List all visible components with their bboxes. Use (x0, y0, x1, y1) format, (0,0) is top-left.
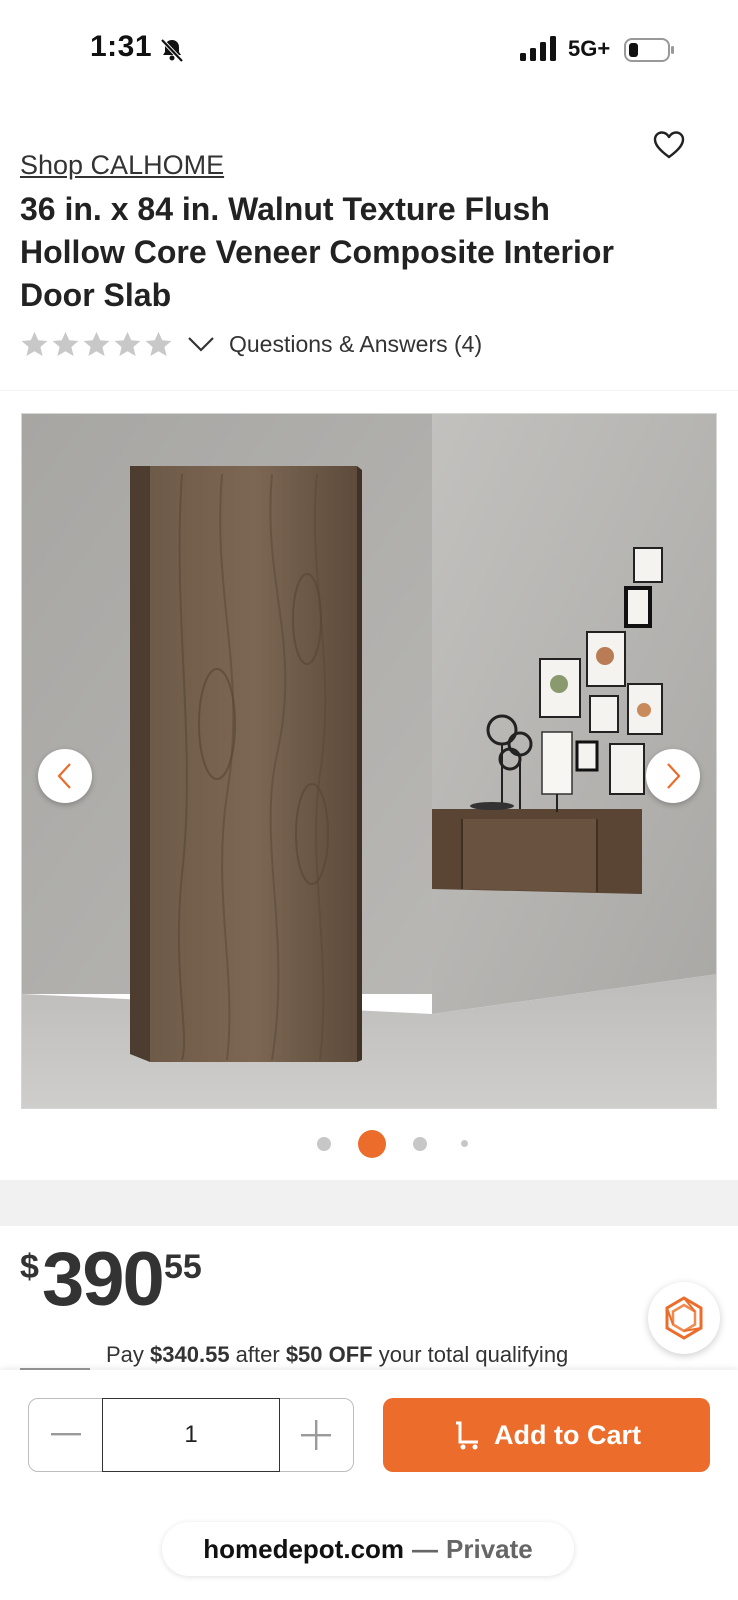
browsing-mode-label: Private (446, 1533, 533, 1564)
bell-off-icon (160, 38, 184, 63)
add-to-cart-button[interactable]: Add to Cart (383, 1398, 710, 1472)
status-time: 1:31 (90, 30, 153, 63)
favorite-heart-icon[interactable] (652, 128, 686, 162)
price-currency: $ (20, 1248, 39, 1286)
status-bar: 1:31 5G+ (0, 0, 738, 100)
url-domain: homedepot.com (203, 1533, 405, 1564)
decrease-quantity-button[interactable] (29, 1399, 103, 1471)
gallery-pagination (0, 1129, 738, 1159)
url-separator: — (412, 1533, 439, 1564)
chevron-right-icon (667, 763, 681, 789)
promo-suffix: your total qualifying (372, 1342, 569, 1367)
product-image[interactable] (21, 413, 717, 1109)
image-gallery (0, 390, 738, 1180)
promo-offer-text: Pay $340.55 after $50 OFF your total qua… (106, 1342, 568, 1368)
questions-answers-link[interactable]: Questions & Answers (4) (229, 331, 482, 358)
pagination-dot[interactable] (413, 1137, 427, 1151)
add-to-cart-bar: 1 Add to Cart homedepot.com — Private (0, 1370, 738, 1600)
promo-pay-amount: $340.55 (150, 1342, 230, 1367)
star-rating[interactable] (20, 330, 173, 359)
next-image-button[interactable] (646, 749, 700, 803)
pagination-dot[interactable] (317, 1137, 331, 1151)
quantity-stepper: 1 (28, 1398, 354, 1472)
browser-address-bar[interactable]: homedepot.com — Private (162, 1522, 574, 1576)
battery-icon (624, 38, 674, 62)
rating-row: Questions & Answers (4) (20, 326, 482, 362)
pagination-dot[interactable] (461, 1140, 468, 1147)
star-icon (52, 331, 79, 356)
plus-icon (301, 1420, 331, 1450)
pagination-dot-active[interactable] (358, 1130, 386, 1158)
door-scene-illustration (22, 414, 716, 1108)
price-cents: 55 (164, 1248, 202, 1286)
price-dollars: 390 (42, 1237, 165, 1322)
promo-middle: after (229, 1342, 286, 1367)
network-label: 5G+ (568, 36, 611, 61)
star-icon (21, 331, 48, 356)
signal-icon (520, 36, 556, 61)
add-to-cart-label: Add to Cart (494, 1419, 641, 1450)
chevron-left-icon (57, 763, 71, 789)
star-icon (145, 331, 172, 356)
star-icon (83, 331, 110, 356)
product-title: 36 in. x 84 in. Walnut Texture Flush Hol… (20, 191, 614, 313)
section-divider (0, 1180, 738, 1226)
chevron-down-icon[interactable] (187, 334, 215, 354)
hexagon-logo-icon (665, 1296, 703, 1340)
cart-icon (456, 1421, 478, 1450)
star-icon (114, 331, 141, 356)
promo-prefix: Pay (106, 1342, 151, 1367)
shop-brand-link[interactable]: Shop CALHOME (20, 150, 224, 181)
quantity-input[interactable]: 1 (102, 1398, 280, 1472)
previous-image-button[interactable] (38, 749, 92, 803)
minus-icon (51, 1433, 81, 1436)
increase-quantity-button[interactable] (279, 1399, 353, 1471)
chat-assistant-button[interactable] (648, 1282, 720, 1354)
promo-discount: $50 OFF (285, 1342, 373, 1367)
